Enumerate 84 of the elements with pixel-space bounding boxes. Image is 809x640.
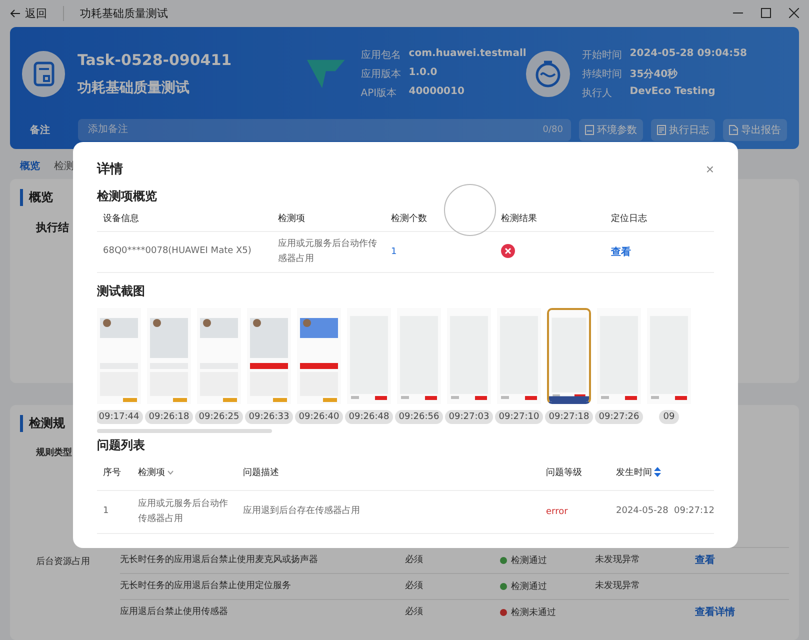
table-cell-text: 后台资源占用 <box>35 556 91 568</box>
back-link[interactable]: 返回 <box>10 6 47 21</box>
close-button[interactable]: × <box>706 161 714 177</box>
time-label: 09:26:25 <box>194 410 244 424</box>
info-label: API版本 <box>360 86 398 100</box>
table-cell-text: 1 <box>103 505 110 518</box>
info-label: 开始时间 <box>582 48 622 62</box>
time-label: 09:26:18 <box>144 410 194 424</box>
status-text: 检测通过 <box>511 580 547 593</box>
table-cell-text: 应用或元服务后台动作传感器占用 <box>278 238 378 266</box>
note-input[interactable]: 添加备注 <box>86 123 543 136</box>
time-cell-text: 2024-05-28 09:27:12 <box>616 505 716 518</box>
table-cell-text: 必须 <box>405 554 424 567</box>
document-icon <box>22 50 66 97</box>
time-label: 09:26:40 <box>294 410 344 424</box>
status-text: 检测通过 <box>511 554 547 567</box>
result-label: 执行结 <box>34 220 70 235</box>
time-label: 09:27:26 <box>594 410 644 424</box>
info-value: 35分40秒 <box>630 68 679 81</box>
note-label: 备注 <box>29 123 51 137</box>
section-title: 测试截图 <box>97 283 146 300</box>
view-link[interactable]: 查看 <box>611 245 714 259</box>
close-icon[interactable] <box>789 8 799 18</box>
task-name: 功耗基础质量测试 <box>77 78 190 97</box>
column-header: 检测个数 <box>391 212 428 224</box>
time-label: 09 <box>659 410 679 424</box>
count-cell-text: 1 <box>391 247 398 257</box>
info-label: 执行人 <box>582 86 613 100</box>
table-cell-text: 无长时任务的应用退后台禁止使用定位服务 <box>120 580 292 593</box>
time-label: 09:26:48 <box>344 410 394 424</box>
level-cell-text: error <box>546 507 569 517</box>
section-title: 问题列表 <box>97 437 146 454</box>
column-header: 问题等级 <box>546 466 583 478</box>
status-text: 检测未通过 <box>511 606 556 619</box>
window-title: 功耗基础质量测试 <box>63 6 168 21</box>
time-label: 09:26:56 <box>394 410 444 424</box>
column-header: 检测项 <box>278 212 306 224</box>
time-label: 09:27:18 <box>544 410 594 424</box>
time-label: 09:27:10 <box>494 410 544 424</box>
column-header: 定位日志 <box>611 212 648 224</box>
task-id: Task-0528-090411 <box>77 50 233 69</box>
sort-icon[interactable] <box>654 467 661 477</box>
table-cell-text: 应用或元服务后台动作传感器占用 <box>138 498 229 526</box>
column-header: 序号 <box>103 466 122 478</box>
tab[interactable]: 概览 <box>20 158 40 173</box>
column-header: 发生时间 <box>616 466 714 478</box>
info-value: com.huawei.testmall <box>408 48 526 61</box>
column-header: 检测项 <box>138 466 243 478</box>
column-header: 设备信息 <box>103 212 140 224</box>
log-icon <box>657 124 666 135</box>
table-cell-text: 未发现异常 <box>595 580 641 593</box>
table-cell-text: 无长时任务的应用退后台禁止使用麦克风或扬声器 <box>120 554 319 567</box>
stopwatch-icon <box>526 50 570 97</box>
char-counter: 0/80 <box>542 124 563 135</box>
tab[interactable]: 检测 <box>54 158 74 173</box>
view-link[interactable]: 查看 <box>695 553 765 568</box>
time-label: 09:26:33 <box>244 410 294 424</box>
section-title: 检测项概览 <box>97 188 158 205</box>
column-header: 检测结果 <box>501 212 538 224</box>
time-label: 09:27:03 <box>444 410 494 424</box>
info-value: 40000010 <box>408 86 466 99</box>
table-cell-text: 未发现异常 <box>595 554 641 567</box>
info-value: 2024-05-28 09:04:58 <box>630 48 747 61</box>
touch-indicator <box>444 184 496 236</box>
back-arrow-icon <box>10 8 21 18</box>
info-label: 应用包名 <box>360 48 401 62</box>
params-icon <box>585 124 594 135</box>
column-header: 规则类型 <box>36 446 72 459</box>
device-cell-text: 68Q0****0078(HUAWEI Mate X5) <box>103 245 252 258</box>
info-label: 应用版本 <box>360 68 401 81</box>
info-label: 持续时间 <box>582 68 622 81</box>
dialog-title: 详情 <box>97 160 123 178</box>
table-cell-text: 必须 <box>405 606 424 619</box>
info-value: 1.0.0 <box>408 66 438 80</box>
export-icon <box>729 124 738 135</box>
table-cell-text: 必须 <box>405 580 424 593</box>
view-link[interactable]: 查看详情 <box>695 605 765 620</box>
column-header: 问题描述 <box>243 466 280 478</box>
table-cell-text: 应用退后台禁止使用传感器 <box>120 606 229 619</box>
maximize-icon[interactable] <box>761 8 771 18</box>
chevron-icon[interactable] <box>167 470 174 474</box>
info-value: DevEco Testing <box>630 86 716 99</box>
time-label: 09:17:44 <box>97 410 144 424</box>
table-cell-text: 应用退到后台存在传感器占用 <box>243 504 361 518</box>
